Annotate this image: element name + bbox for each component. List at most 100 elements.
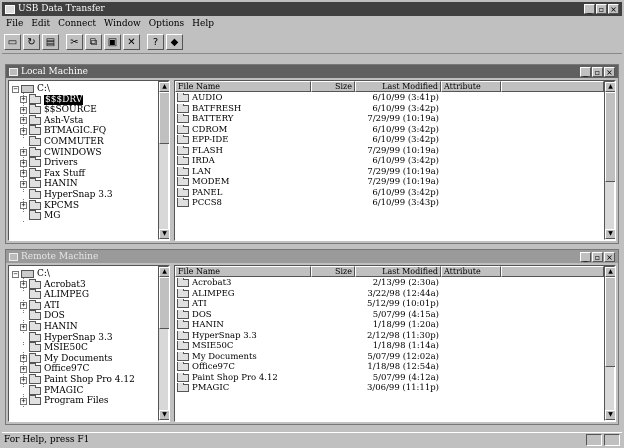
scroll-up-button[interactable]: ▲ — [159, 82, 169, 92]
app-titlebar[interactable]: USB Data Transfer _ ▫ × — [2, 2, 622, 16]
remote-maximize-button[interactable]: ▫ — [592, 251, 603, 262]
remote-close-button[interactable]: × — [604, 251, 615, 262]
file-row[interactable]: PANEL 6/10/99 (3:42p) — [175, 187, 604, 199]
properties-button[interactable]: ▤ — [42, 34, 59, 50]
column-header-name[interactable]: File Name — [175, 81, 311, 92]
help-button[interactable]: ? — [147, 34, 164, 50]
expand-icon[interactable]: + — [20, 323, 27, 331]
new-connection-button[interactable]: ▭ — [4, 34, 21, 50]
tree-root-drive[interactable]: − C:\ — [12, 269, 50, 279]
column-header-attribute[interactable]: Attribute — [441, 266, 501, 277]
expand-icon[interactable]: + — [20, 397, 27, 405]
close-button[interactable]: × — [608, 4, 619, 14]
scroll-down-button[interactable]: ▼ — [159, 410, 169, 420]
expand-icon[interactable]: + — [20, 106, 27, 114]
scroll-down-button[interactable]: ▼ — [159, 229, 169, 239]
expand-icon[interactable]: + — [20, 355, 27, 363]
local-file-list[interactable]: File Name Size Last Modified Attribute AUDIO… — [174, 80, 616, 241]
collapse-icon[interactable]: − — [12, 85, 19, 93]
column-header-size[interactable]: Size — [311, 81, 355, 92]
tree-folder-item[interactable]: + My Documents — [20, 352, 113, 364]
file-row[interactable]: MODEM 7/29/99 (10:19a) — [175, 177, 604, 188]
tree-folder-item[interactable]: MSIE50C — [20, 342, 88, 353]
expand-icon[interactable]: + — [20, 96, 27, 104]
menu-window[interactable]: Window — [100, 19, 145, 29]
tree-folder-item[interactable]: MG — [20, 210, 60, 221]
expand-icon[interactable]: + — [20, 202, 27, 210]
file-row[interactable]: DOS 5/07/99 (4:15a) — [175, 309, 604, 321]
tree-folder-item[interactable]: DOS — [20, 310, 65, 321]
file-row[interactable]: PCCS8 6/10/99 (3:43p) — [175, 198, 604, 209]
tree-folder-item[interactable]: + HANIN — [20, 178, 78, 189]
tree-folder-item[interactable]: + Office97C — [20, 363, 89, 374]
delete-button[interactable]: ✕ — [123, 34, 140, 50]
column-header-size[interactable]: Size — [311, 266, 355, 277]
expand-icon[interactable]: + — [20, 365, 27, 373]
expand-icon[interactable]: + — [20, 170, 27, 178]
scroll-thumb[interactable] — [605, 92, 615, 182]
menu-connect[interactable]: Connect — [54, 19, 100, 29]
scroll-thumb[interactable] — [605, 277, 615, 367]
cut-button[interactable]: ✂ — [66, 34, 83, 50]
remote-window-titlebar[interactable]: Remote Machine _ ▫ × — [6, 250, 618, 263]
paste-button[interactable]: ▣ — [104, 34, 121, 50]
minimize-button[interactable]: _ — [584, 4, 595, 14]
tree-folder-item[interactable]: HyperSnap 3.3 — [20, 189, 113, 200]
tree-folder-item[interactable]: + BTMAGIC.FQ — [20, 125, 106, 136]
menu-options[interactable]: Options — [145, 19, 188, 29]
expand-icon[interactable]: + — [20, 159, 27, 167]
local-machine-window[interactable]: Local Machine _ ▫ × − C:\ + $$$DRV + $$SOURCE… — [5, 64, 619, 244]
file-row[interactable]: PMAGIC 3/06/99 (11:11p) — [175, 383, 604, 394]
menu-file[interactable]: File — [2, 19, 27, 29]
local-window-titlebar[interactable]: Local Machine _ ▫ × — [6, 65, 618, 78]
file-row[interactable]: BATFRESH 6/10/99 (3:42p) — [175, 103, 604, 115]
list-vertical-scrollbar[interactable]: ▲ ▼ — [604, 81, 615, 240]
tree-folder-item[interactable]: COMMUTER — [20, 136, 104, 147]
tree-folder-item[interactable]: ALIMPEG — [20, 289, 89, 300]
tree-folder-item[interactable]: HyperSnap 3.3 — [20, 331, 113, 343]
copy-button[interactable]: ⧉ — [85, 34, 102, 50]
column-header-modified[interactable]: Last Modified — [355, 81, 441, 92]
file-row[interactable]: MSIE50C 1/18/98 (1:14a) — [175, 341, 604, 352]
file-row[interactable]: ATI 5/12/99 (10:01p) — [175, 299, 604, 310]
tree-vertical-scrollbar[interactable]: ▲ ▼ — [158, 266, 169, 421]
file-row[interactable]: LAN 7/29/99 (10:19a) — [175, 166, 604, 178]
file-row[interactable]: My Documents 5/07/99 (12:02a) — [175, 351, 604, 363]
expand-icon[interactable]: + — [20, 180, 27, 188]
tree-folder-item[interactable]: + CWINDOWS — [20, 146, 102, 158]
local-folder-tree[interactable]: − C:\ + $$$DRV + $$SOURCE + Ash-Vsta + BTMAGIC.FQ… — [8, 80, 170, 241]
scroll-up-button[interactable]: ▲ — [605, 267, 615, 277]
local-maximize-button[interactable]: ▫ — [592, 66, 603, 77]
tree-vertical-scrollbar[interactable]: ▲ ▼ — [158, 81, 169, 240]
tree-folder-item[interactable]: + Fax Stuff — [20, 167, 85, 179]
column-header-modified[interactable]: Last Modified — [355, 266, 441, 277]
remote-machine-window[interactable]: Remote Machine _ ▫ × − C:\ + Acrobat3 ALIMPE… — [5, 249, 619, 425]
expand-icon[interactable]: + — [20, 281, 27, 289]
tree-folder-item[interactable]: PMAGIC — [20, 384, 83, 396]
scroll-thumb[interactable] — [159, 92, 169, 144]
expand-icon[interactable]: + — [20, 302, 27, 310]
file-row[interactable]: CDROM 6/10/99 (3:42p) — [175, 124, 604, 136]
scroll-down-button[interactable]: ▼ — [605, 229, 615, 239]
tree-folder-item[interactable]: + HANIN — [20, 321, 78, 332]
scroll-up-button[interactable]: ▲ — [159, 267, 169, 277]
tree-root-drive[interactable]: − C:\ — [12, 84, 50, 94]
file-row[interactable]: HyperSnap 3.3 2/12/98 (11:30p) — [175, 330, 604, 342]
tree-folder-item[interactable]: + Program Files — [20, 395, 109, 406]
expand-icon[interactable]: + — [20, 149, 27, 157]
file-row[interactable]: FLASH 7/29/99 (10:19a) — [175, 145, 604, 157]
file-row[interactable]: IRDA 6/10/99 (3:42p) — [175, 156, 604, 167]
list-vertical-scrollbar[interactable]: ▲ ▼ — [604, 266, 615, 421]
refresh-button[interactable]: ↻ — [23, 34, 40, 50]
collapse-icon[interactable]: − — [12, 270, 19, 278]
scroll-up-button[interactable]: ▲ — [605, 82, 615, 92]
maximize-button[interactable]: ▫ — [596, 4, 607, 14]
scroll-thumb[interactable] — [159, 277, 169, 329]
file-row[interactable]: ALIMPEG 3/22/98 (12:44a) — [175, 288, 604, 300]
menu-help[interactable]: Help — [188, 19, 218, 29]
tree-folder-item[interactable]: + Drivers — [20, 157, 78, 168]
file-row[interactable]: Paint Shop Pro 4.12 5/07/99 (4:12a) — [175, 372, 604, 384]
tree-folder-item[interactable]: + KPCMS — [20, 199, 79, 211]
tree-folder-item[interactable]: + $$SOURCE — [20, 104, 97, 115]
tree-folder-item[interactable]: + $$$DRV — [20, 93, 84, 105]
